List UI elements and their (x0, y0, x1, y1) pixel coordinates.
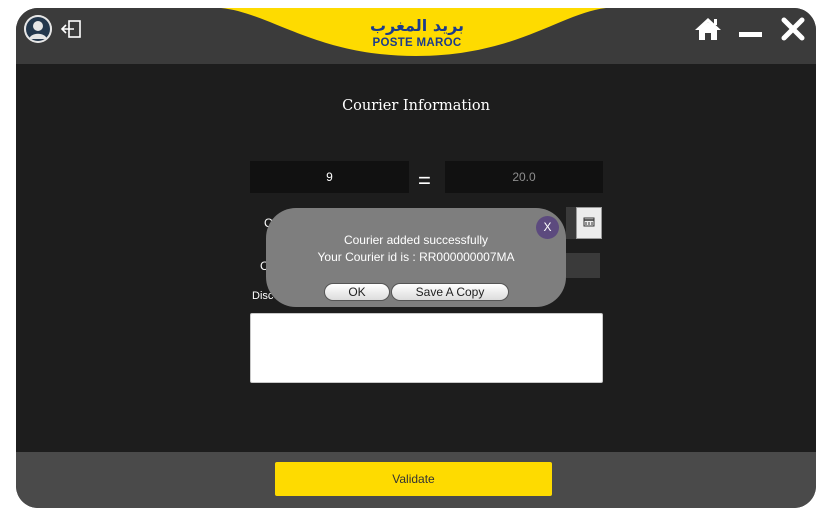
minimize-icon[interactable] (738, 24, 764, 43)
description-textarea[interactable] (250, 313, 603, 383)
price-field: 20.0 (445, 161, 603, 193)
calendar-icon (583, 217, 595, 227)
weight-field[interactable]: 9 (250, 161, 409, 193)
user-avatar-icon[interactable] (24, 15, 52, 43)
date-input[interactable] (566, 207, 576, 239)
logout-icon[interactable] (60, 18, 84, 44)
dialog-message-line1: Courier added successfully (343, 233, 489, 247)
page-title: Courier Information (342, 98, 490, 114)
dialog-save-copy-button[interactable]: Save A Copy (391, 283, 509, 301)
logo-latin-text: POSTE MAROC (372, 37, 462, 49)
footer-bar: Validate (16, 452, 816, 508)
success-dialog: X Courier added successfully Your Courie… (266, 208, 566, 307)
validate-button[interactable]: Validate (275, 462, 552, 496)
row3-input[interactable] (566, 253, 600, 278)
poste-maroc-logo: بريد المغرب POSTE MAROC (365, 16, 469, 54)
logo-arabic-text: بريد المغرب (369, 16, 465, 35)
equals-sign: = (418, 168, 431, 193)
close-icon[interactable] (781, 17, 805, 45)
app-window: بريد المغرب POSTE MAROC Courier Informat… (16, 8, 816, 508)
calendar-button[interactable] (576, 207, 602, 239)
dialog-courier-id: Your Courier id is : RR000000007MA (317, 250, 515, 264)
home-icon[interactable] (694, 16, 722, 46)
header-bar: بريد المغرب POSTE MAROC (16, 8, 816, 64)
dialog-ok-button[interactable]: OK (324, 283, 390, 301)
